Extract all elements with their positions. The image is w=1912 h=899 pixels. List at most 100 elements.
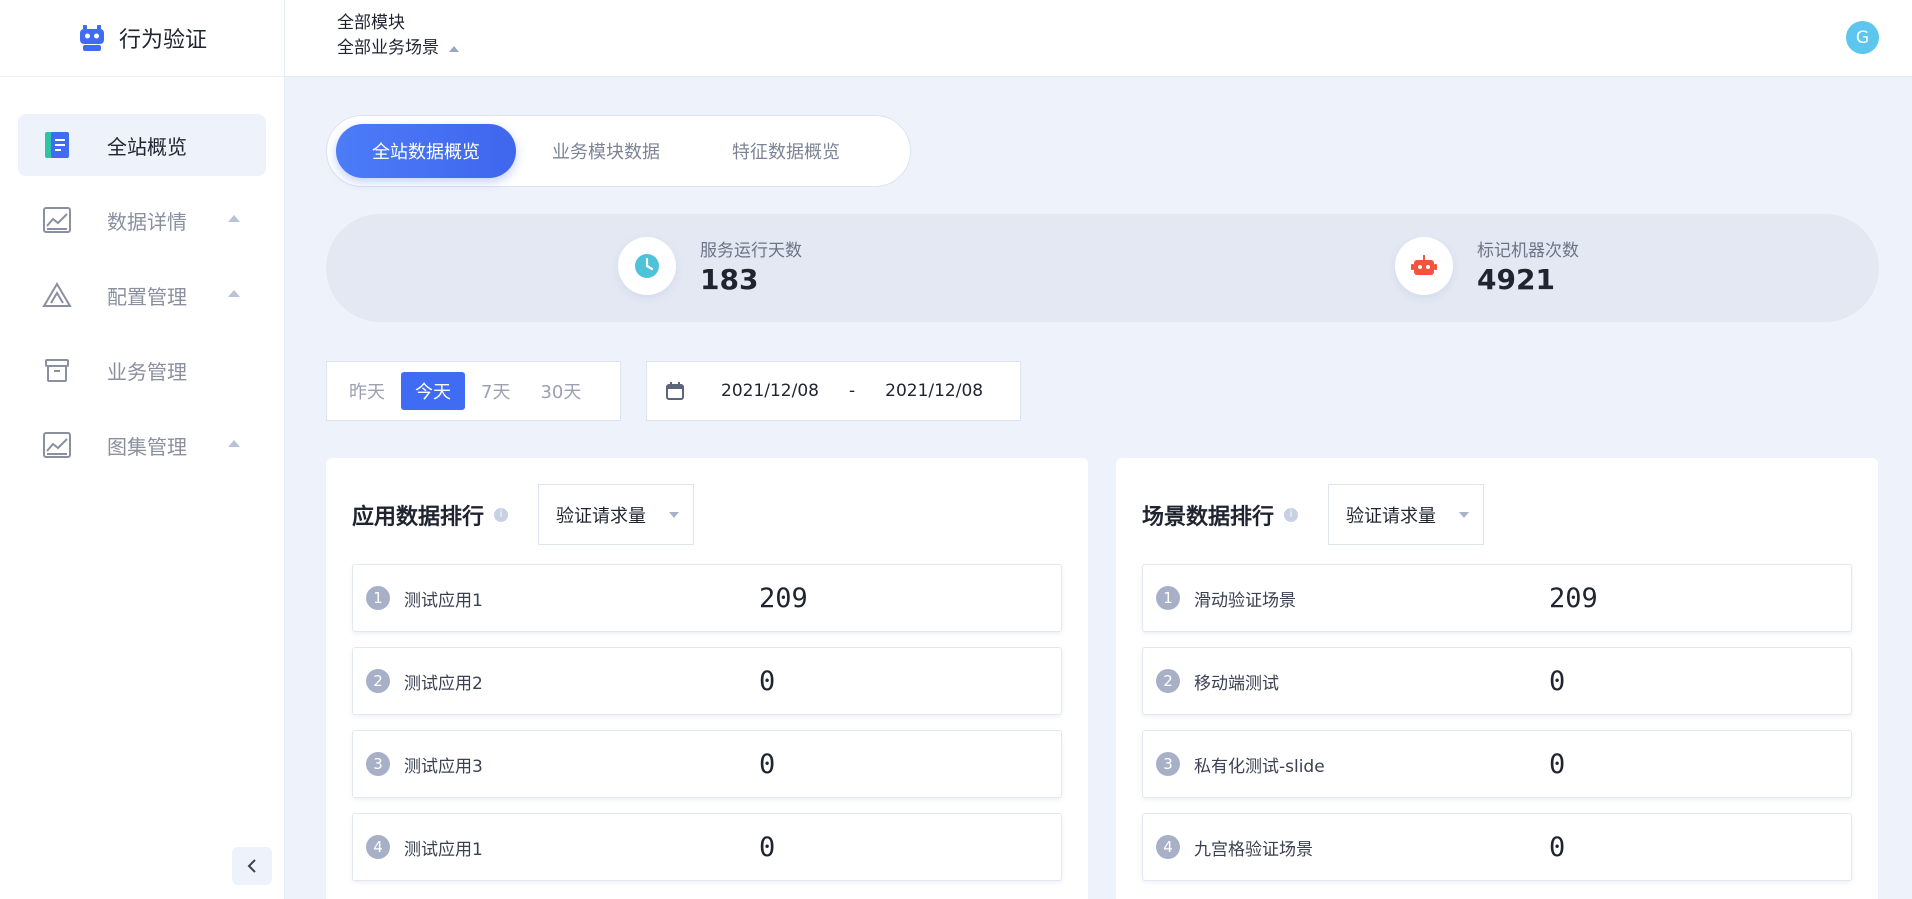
range-30days-button[interactable]: 30天 <box>526 372 595 410</box>
stat-bot-marks: 标记机器次数 4921 <box>1395 236 1579 296</box>
stat-label: 服务运行天数 <box>700 241 802 261</box>
ranking-list: 1 滑动验证场景 209 2 移动端测试 0 3 私有化测试-slide 0 4… <box>1142 564 1852 896</box>
sidebar-item-label: 图集管理 <box>107 434 187 459</box>
rank-value: 0 <box>759 748 776 780</box>
brand[interactable]: 行为验证 <box>0 0 284 77</box>
calendar-icon <box>666 382 684 400</box>
sidebar: 行为验证 全站概览 数据详情 配置管理 业务管理 图集管理 <box>0 0 285 899</box>
app-ranking-card: 应用数据排行 i 验证请求量 1 测试应用1 209 2 测试应用2 0 3 测… <box>326 458 1088 899</box>
rank-badge: 4 <box>366 835 390 859</box>
rank-badge: 1 <box>1156 586 1180 610</box>
caret-down-icon <box>1459 512 1470 518</box>
chevron-left-icon <box>247 859 256 873</box>
app-title: 行为验证 <box>118 28 207 53</box>
stat-value: 4921 <box>1477 263 1555 296</box>
gallery-icon <box>42 430 72 460</box>
stat-label: 标记机器次数 <box>1477 241 1579 261</box>
info-icon[interactable]: i <box>1284 507 1299 522</box>
list-item[interactable]: 2 测试应用2 0 <box>352 647 1062 715</box>
rank-badge: 3 <box>1156 752 1180 776</box>
box-icon <box>42 355 72 385</box>
chart-image-icon <box>42 205 72 235</box>
stat-value: 183 <box>700 263 759 296</box>
metric-select[interactable]: 验证请求量 <box>538 484 695 545</box>
card-title: 场景数据排行 <box>1142 504 1275 530</box>
range-yesterday-button[interactable]: 昨天 <box>335 372 399 410</box>
robot-icon <box>1395 237 1453 295</box>
sidebar-item-label: 全站概览 <box>107 134 187 159</box>
scene-label[interactable]: 全部业务场景 <box>337 36 439 61</box>
date-start-input[interactable]: 2021/12/08 <box>721 381 819 401</box>
rank-value: 0 <box>1549 831 1566 863</box>
sidebar-item-config[interactable]: 配置管理 <box>18 264 266 326</box>
metric-select[interactable]: 验证请求量 <box>1328 484 1485 545</box>
caret-up-icon[interactable] <box>228 440 240 447</box>
top-header: 全部模块 全部业务场景 G <box>285 0 1912 77</box>
rank-badge: 2 <box>366 669 390 693</box>
rank-name: 测试应用2 <box>404 673 483 694</box>
list-item[interactable]: 4 测试应用1 0 <box>352 813 1062 881</box>
range-today-button[interactable]: 今天 <box>401 372 465 410</box>
rank-value: 0 <box>1549 665 1566 697</box>
rank-name: 滑动验证场景 <box>1194 590 1296 611</box>
sidebar-item-label: 数据详情 <box>107 209 187 234</box>
tab-site-overview[interactable]: 全站数据概览 <box>336 124 516 178</box>
metric-select-value: 验证请求量 <box>556 505 647 527</box>
sidebar-item-gallery[interactable]: 图集管理 <box>18 414 266 476</box>
info-icon[interactable]: i <box>494 507 509 522</box>
sidebar-item-label: 配置管理 <box>107 284 187 309</box>
rank-badge: 2 <box>1156 669 1180 693</box>
rank-name: 私有化测试-slide <box>1194 756 1325 777</box>
rank-badge: 1 <box>366 586 390 610</box>
sidebar-menu: 全站概览 数据详情 配置管理 业务管理 图集管理 <box>0 77 284 476</box>
list-item[interactable]: 4 九宫格验证场景 0 <box>1142 813 1852 881</box>
rank-name: 测试应用1 <box>404 590 483 611</box>
sidebar-item-overview[interactable]: 全站概览 <box>18 114 266 176</box>
rank-name: 移动端测试 <box>1194 673 1279 694</box>
rank-value: 209 <box>1549 582 1598 614</box>
metric-select-value: 验证请求量 <box>1346 505 1437 527</box>
tab-feature-overview[interactable]: 特征数据概览 <box>696 124 876 178</box>
ranking-list: 1 测试应用1 209 2 测试应用2 0 3 测试应用3 0 4 测试应用1 … <box>352 564 1062 896</box>
module-label[interactable]: 全部模块 <box>337 11 459 36</box>
triangle-settings-icon <box>42 280 72 310</box>
rank-value: 0 <box>1549 748 1566 780</box>
rank-value: 209 <box>759 582 808 614</box>
tab-module-data[interactable]: 业务模块数据 <box>516 124 696 178</box>
sidebar-collapse-button[interactable] <box>232 847 272 885</box>
caret-up-icon[interactable] <box>228 290 240 297</box>
rank-badge: 4 <box>1156 835 1180 859</box>
date-end-input[interactable]: 2021/12/08 <box>885 381 983 401</box>
caret-up-icon[interactable] <box>228 215 240 222</box>
list-item[interactable]: 2 移动端测试 0 <box>1142 647 1852 715</box>
caret-down-icon <box>669 512 680 518</box>
overview-icon <box>42 130 72 160</box>
avatar[interactable]: G <box>1846 21 1879 54</box>
list-item[interactable]: 3 私有化测试-slide 0 <box>1142 730 1852 798</box>
date-separator: - <box>848 381 856 401</box>
list-item[interactable]: 1 滑动验证场景 209 <box>1142 564 1852 632</box>
card-title: 应用数据排行 <box>352 504 485 530</box>
robot-logo-icon <box>79 25 104 51</box>
date-range-picker[interactable]: 2021/12/08 - 2021/12/08 <box>646 361 1021 421</box>
rank-name: 测试应用1 <box>404 839 483 860</box>
sidebar-item-data-details[interactable]: 数据详情 <box>18 189 266 251</box>
module-scene-selector[interactable]: 全部模块 全部业务场景 <box>337 11 459 61</box>
scene-ranking-card: 场景数据排行 i 验证请求量 1 滑动验证场景 209 2 移动端测试 0 3 … <box>1116 458 1878 899</box>
clock-icon <box>618 237 676 295</box>
rank-value: 0 <box>759 665 776 697</box>
sidebar-item-label: 业务管理 <box>107 359 187 384</box>
view-tabs: 全站数据概览 业务模块数据 特征数据概览 <box>326 115 911 187</box>
rank-badge: 3 <box>366 752 390 776</box>
caret-up-icon[interactable] <box>449 45 459 52</box>
stats-strip: 服务运行天数 183 标记机器次数 4921 <box>326 214 1879 322</box>
list-item[interactable]: 1 测试应用1 209 <box>352 564 1062 632</box>
rank-value: 0 <box>759 831 776 863</box>
quick-range-group: 昨天 今天 7天 30天 <box>326 361 621 421</box>
stat-running-days: 服务运行天数 183 <box>618 236 802 296</box>
rank-name: 九宫格验证场景 <box>1194 839 1313 860</box>
sidebar-item-business[interactable]: 业务管理 <box>18 339 266 401</box>
rank-name: 测试应用3 <box>404 756 483 777</box>
range-7days-button[interactable]: 7天 <box>467 372 524 410</box>
list-item[interactable]: 3 测试应用3 0 <box>352 730 1062 798</box>
